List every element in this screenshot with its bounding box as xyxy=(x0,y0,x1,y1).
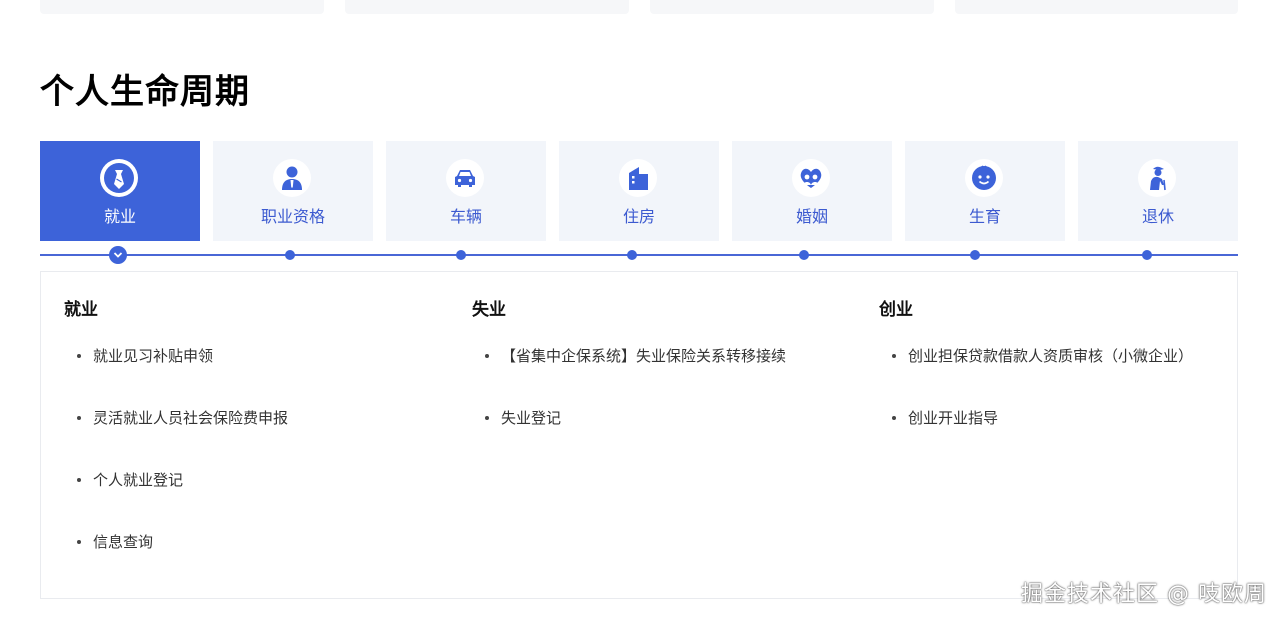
timeline-dot[interactable] xyxy=(627,250,637,260)
watermark: 掘金技术社区 @ 吱欧周 xyxy=(1021,582,1267,607)
tie-icon xyxy=(100,159,138,197)
building-icon xyxy=(619,159,657,197)
tab-retirement[interactable]: 退休 xyxy=(1078,141,1238,241)
column-title: 就业 xyxy=(64,300,98,320)
service-link[interactable]: 失业登记 xyxy=(449,406,849,468)
service-link[interactable]: 【省集中企保系统】失业保险关系转移接续 xyxy=(449,344,849,406)
top-card xyxy=(955,0,1238,14)
top-card xyxy=(40,0,324,14)
top-card-strip xyxy=(40,0,1238,14)
elder-icon xyxy=(1138,159,1176,197)
service-column-employment: 就业 就业见习补贴申领 灵活就业人员社会保险费申报 个人就业登记 信息查询 xyxy=(41,298,441,592)
service-link[interactable]: 个人就业登记 xyxy=(41,468,441,530)
tab-label: 退休 xyxy=(1141,207,1174,226)
tab-housing[interactable]: 住房 xyxy=(559,141,719,241)
service-column-unemployment: 失业 【省集中企保系统】失业保险关系转移接续 失业登记 xyxy=(449,298,849,468)
tab-marriage[interactable]: 婚姻 xyxy=(732,141,892,241)
tab-employment[interactable]: 就业 xyxy=(40,141,200,241)
couple-heart-icon xyxy=(792,159,830,197)
column-title: 创业 xyxy=(879,300,913,320)
service-link[interactable]: 创业担保贷款借款人资质审核（小微企业） xyxy=(856,344,1236,406)
section-title: 个人生命周期 xyxy=(40,72,250,112)
tab-vehicle[interactable]: 车辆 xyxy=(386,141,546,241)
column-title: 失业 xyxy=(472,300,506,320)
service-link[interactable]: 灵活就业人员社会保险费申报 xyxy=(41,406,441,468)
timeline-marker-active[interactable] xyxy=(109,246,127,264)
life-cycle-tabs: 就业 职业资格 车辆 住房 婚姻 生育 退休 xyxy=(40,141,1238,241)
tab-qualification[interactable]: 职业资格 xyxy=(213,141,373,241)
car-icon xyxy=(446,159,484,197)
tab-birth[interactable]: 生育 xyxy=(905,141,1065,241)
chevron-down-icon xyxy=(113,252,123,258)
timeline-dot[interactable] xyxy=(799,250,809,260)
tab-label: 婚姻 xyxy=(795,207,828,226)
service-link[interactable]: 信息查询 xyxy=(41,530,441,592)
baby-icon xyxy=(965,159,1003,197)
tab-label: 就业 xyxy=(103,207,136,226)
service-list: 创业担保贷款借款人资质审核（小微企业） 创业开业指导 xyxy=(856,344,1236,468)
tab-label: 车辆 xyxy=(449,207,482,226)
service-link[interactable]: 创业开业指导 xyxy=(856,406,1236,468)
timeline-dot[interactable] xyxy=(1142,250,1152,260)
timeline-dot[interactable] xyxy=(285,250,295,260)
person-suit-icon xyxy=(273,159,311,197)
service-link[interactable]: 就业见习补贴申领 xyxy=(41,344,441,406)
top-card xyxy=(345,0,629,14)
service-list: 【省集中企保系统】失业保险关系转移接续 失业登记 xyxy=(449,344,849,468)
tab-label: 职业资格 xyxy=(260,207,325,226)
service-column-entrepreneurship: 创业 创业担保贷款借款人资质审核（小微企业） 创业开业指导 xyxy=(856,298,1236,468)
timeline-line xyxy=(40,254,1238,256)
service-panel: 就业 就业见习补贴申领 灵活就业人员社会保险费申报 个人就业登记 信息查询 失业… xyxy=(40,271,1238,599)
timeline-dot[interactable] xyxy=(456,250,466,260)
top-card xyxy=(650,0,934,14)
tab-label: 住房 xyxy=(622,207,655,226)
timeline-dot[interactable] xyxy=(970,250,980,260)
service-list: 就业见习补贴申领 灵活就业人员社会保险费申报 个人就业登记 信息查询 xyxy=(41,344,441,592)
tab-label: 生育 xyxy=(968,207,1001,226)
